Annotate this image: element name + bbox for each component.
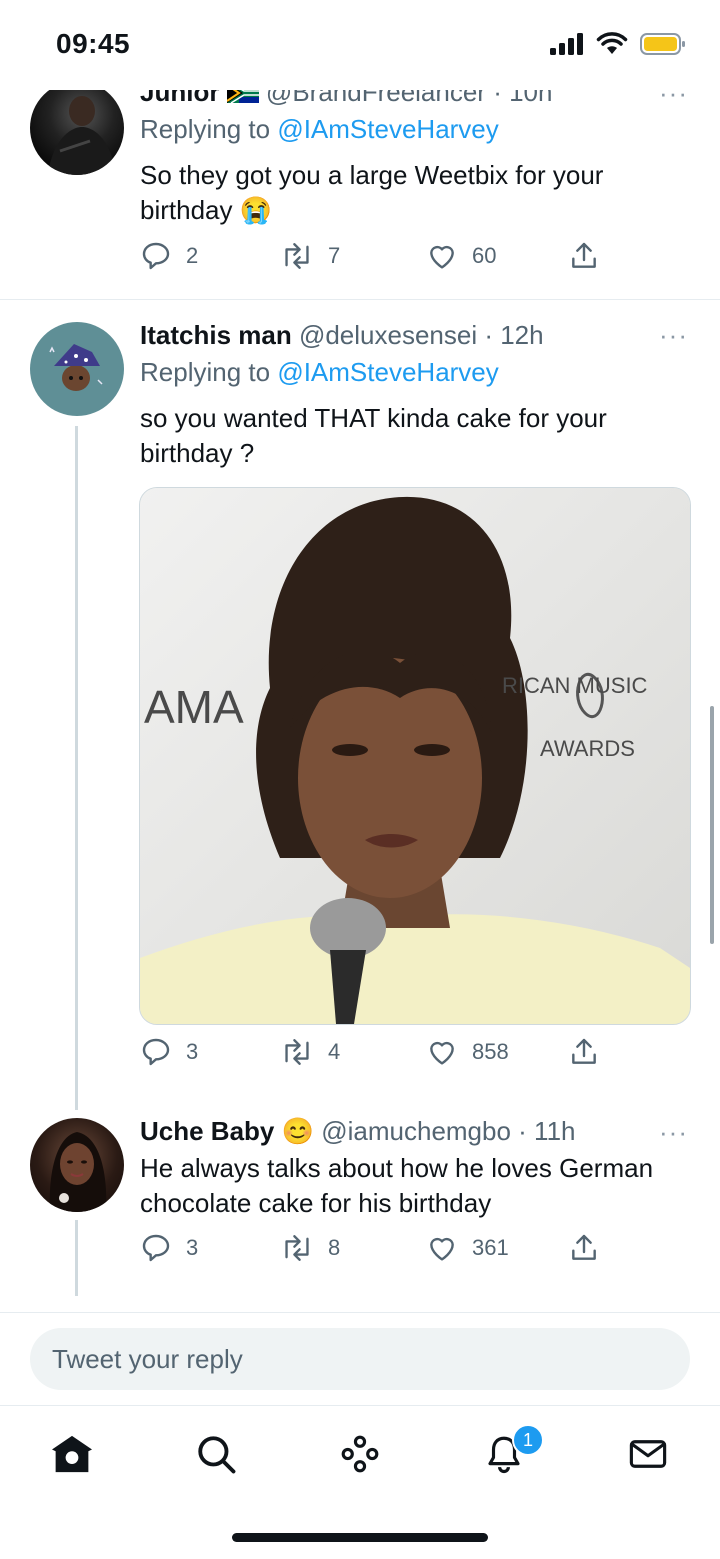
reply-icon <box>142 1234 170 1262</box>
share-button[interactable] <box>568 1036 600 1068</box>
wifi-icon <box>596 32 628 54</box>
like-button[interactable]: 361 <box>426 1232 509 1264</box>
notification-badge: 1 <box>512 1424 544 1456</box>
mail-icon <box>629 1440 667 1468</box>
replying-to-link[interactable]: @IAmSteveHarvey <box>277 114 498 144</box>
signal-icon <box>550 33 583 55</box>
retweet-count: 7 <box>328 243 341 268</box>
tab-search[interactable] <box>192 1430 240 1478</box>
reply-count: 3 <box>186 1235 199 1260</box>
heart-icon <box>430 245 454 269</box>
retweet-icon <box>285 1039 309 1065</box>
tweet-actions: 3 4 858 <box>140 1036 620 1076</box>
reply-count: 2 <box>186 243 199 268</box>
retweet-count: 8 <box>328 1235 341 1260</box>
tweet-actions: 2 7 60 <box>140 240 620 280</box>
avatar-portrait <box>49 1132 107 1212</box>
tweet-actions: 3 8 361 <box>140 1232 620 1272</box>
divider <box>0 1312 720 1313</box>
avatar[interactable] <box>30 81 124 175</box>
reply-placeholder: Tweet your reply <box>52 1344 243 1374</box>
more-options-icon[interactable]: ··· <box>659 1117 688 1148</box>
share-button[interactable] <box>568 1232 600 1264</box>
tab-messages[interactable] <box>624 1430 672 1478</box>
avatar-wizard <box>49 344 103 391</box>
heart-icon <box>430 1237 454 1261</box>
home-indicator[interactable] <box>232 1533 488 1542</box>
status-time: 09:45 <box>56 28 131 59</box>
retweet-button[interactable]: 8 <box>280 1232 340 1264</box>
status-bar: 09:45 <box>0 0 720 90</box>
like-count: 60 <box>472 243 497 268</box>
reply-icon <box>142 242 170 270</box>
tweet-header: Uche Baby 😊 @iamuchemgbo · 11h <box>140 1116 576 1147</box>
spaces-icon <box>341 1435 379 1473</box>
media-image: AMA RICAN MUSIC AWARDS <box>140 488 690 1024</box>
reply-count: 3 <box>186 1039 199 1064</box>
reply-button[interactable]: 2 <box>140 240 198 272</box>
tab-spaces[interactable] <box>336 1430 384 1478</box>
replying-to: Replying to @IAmSteveHarvey <box>140 357 499 388</box>
replying-prefix: Replying to <box>140 357 278 387</box>
share-icon <box>572 1038 596 1064</box>
like-button[interactable]: 858 <box>426 1036 509 1068</box>
like-count: 361 <box>472 1235 509 1260</box>
tweet-reply-input[interactable]: Tweet your reply <box>30 1328 690 1390</box>
home-icon <box>52 1435 92 1473</box>
replying-to: Replying to @IAmSteveHarvey <box>140 114 499 145</box>
retweet-button[interactable]: 4 <box>280 1036 340 1068</box>
tweet-header: Itatchis man @deluxesensei · 12h <box>140 320 544 351</box>
heart-icon <box>430 1041 454 1065</box>
retweet-button[interactable]: 7 <box>280 240 340 272</box>
more-options-icon[interactable]: ··· <box>659 320 688 351</box>
thread-line <box>75 426 78 1110</box>
avatar[interactable] <box>30 322 124 416</box>
retweet-count: 4 <box>328 1039 341 1064</box>
display-name[interactable]: Itatchis man <box>140 320 292 350</box>
handle-time[interactable]: @deluxesensei · 12h <box>299 320 544 350</box>
tab-home[interactable] <box>48 1430 96 1478</box>
reply-button[interactable]: 3 <box>140 1232 198 1264</box>
tweet-text: so you wanted THAT kinda cake for your b… <box>140 403 607 468</box>
divider <box>0 299 720 300</box>
media-sign-left: AMA <box>144 681 244 733</box>
status-icons <box>550 32 686 56</box>
share-icon <box>572 242 596 268</box>
media-sign-right-1: RICAN MUSIC <box>502 673 648 698</box>
media-sign-right-2: AWARDS <box>540 736 635 761</box>
thread-line <box>75 1220 78 1296</box>
like-count: 858 <box>472 1039 509 1064</box>
handle-time[interactable]: @iamuchemgbo · 11h <box>321 1116 575 1146</box>
reply-icon <box>142 1038 170 1066</box>
battery-icon <box>640 33 685 55</box>
reply-button[interactable]: 3 <box>140 1036 198 1068</box>
emoji: 😊 <box>281 1116 314 1146</box>
replying-to-link[interactable]: @IAmSteveHarvey <box>277 357 498 387</box>
share-icon <box>572 1234 596 1260</box>
retweet-icon <box>285 243 309 269</box>
tweet-media-gif[interactable]: AMA RICAN MUSIC AWARDS <box>139 487 691 1025</box>
scrollbar[interactable] <box>710 706 714 944</box>
search-icon <box>198 1436 236 1474</box>
replying-prefix: Replying to <box>140 114 278 144</box>
avatar-figure <box>48 96 116 175</box>
avatar[interactable] <box>30 1118 124 1212</box>
share-button[interactable] <box>568 240 600 272</box>
tweet-text: He always talks about how he loves Germa… <box>140 1153 654 1218</box>
display-name[interactable]: Uche Baby <box>140 1116 274 1146</box>
like-button[interactable]: 60 <box>426 240 496 272</box>
tweet-text: So they got you a large Weetbix for your… <box>140 160 604 225</box>
retweet-icon <box>285 1235 309 1261</box>
